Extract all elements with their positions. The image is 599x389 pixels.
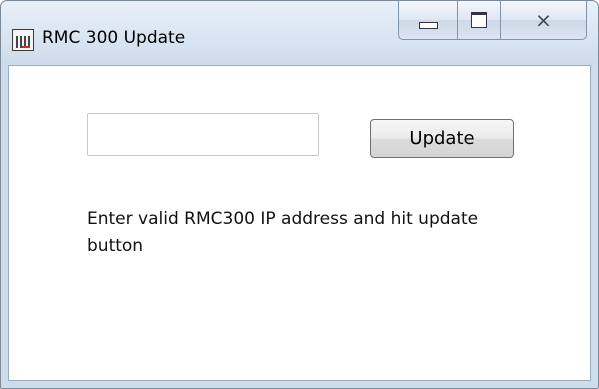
- minimize-icon: [418, 21, 438, 29]
- rmc-app-icon[interactable]: [12, 29, 34, 51]
- maximize-button[interactable]: [457, 1, 501, 40]
- update-button[interactable]: Update: [370, 119, 514, 158]
- client-area: Update Enter valid RMC300 IP address and…: [8, 65, 591, 381]
- app-window: RMC 300 Update ⨯ Update Enter valid RMC3…: [0, 0, 599, 389]
- close-icon: ⨯: [535, 8, 552, 32]
- caption-buttons: ⨯: [398, 1, 587, 41]
- window-title: RMC 300 Update: [42, 28, 186, 48]
- app-icon-bar: [16, 36, 18, 48]
- title-bar[interactable]: RMC 300 Update ⨯: [1, 1, 598, 65]
- ip-address-input[interactable]: [87, 113, 319, 156]
- close-button[interactable]: ⨯: [500, 1, 587, 40]
- maximize-icon: [471, 12, 487, 28]
- app-icon-accent: [22, 46, 30, 48]
- instruction-text: Enter valid RMC300 IP address and hit up…: [87, 209, 479, 256]
- minimize-button[interactable]: [398, 1, 458, 40]
